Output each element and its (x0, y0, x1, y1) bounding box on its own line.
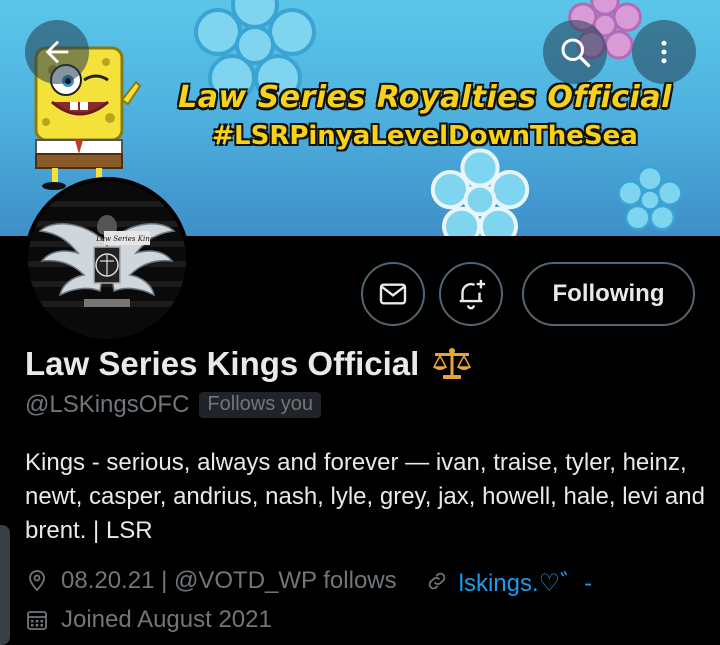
profile-website-link[interactable]: lskings.♡゛- (459, 563, 593, 598)
joined-row: Joined August 2021 (25, 606, 272, 634)
calendar-icon (25, 608, 49, 632)
sea-flower-decoration (617, 165, 683, 231)
location-pin-icon (25, 569, 49, 593)
profile-location: 08.20.21 | @VOTD_WP follows (61, 566, 397, 594)
profile-meta-row: 08.20.21 | @VOTD_WP follows lskings.♡゛- (25, 563, 592, 598)
bell-plus-icon (459, 279, 486, 310)
follows-you-badge: Follows you (199, 392, 322, 418)
avatar-logo-image: Law Series Kings (28, 181, 186, 339)
handle-row: @LSKingsOFC Follows you (25, 391, 322, 419)
message-button[interactable] (361, 262, 425, 326)
user-handle: @LSKingsOFC (25, 391, 190, 418)
notifications-button[interactable] (439, 262, 503, 326)
profile-avatar[interactable]: Law Series Kings (24, 177, 190, 343)
envelope-icon (379, 283, 407, 305)
arrow-left-icon (45, 40, 69, 64)
profile-bio: Kings - serious, always and forever — iv… (25, 449, 705, 544)
joined-date: Joined August 2021 (61, 606, 272, 633)
avatar-logo-text: Law Series Kings (95, 235, 158, 243)
scales-emoji-icon (431, 347, 473, 381)
banner-title: Law Series Royalties Official (178, 80, 672, 115)
sea-flower-decoration (430, 148, 530, 236)
display-name-row: Law Series Kings Official (25, 345, 473, 383)
more-vertical-icon (661, 40, 667, 64)
banner-hashtag: #LSRPinyaLevelDownTheSea (212, 121, 638, 151)
side-edge-handle[interactable] (0, 525, 10, 645)
more-options-button[interactable] (632, 20, 696, 84)
display-name: Law Series Kings Official (25, 345, 420, 382)
search-button[interactable] (543, 20, 607, 84)
back-button[interactable] (25, 20, 89, 84)
search-icon (561, 38, 591, 68)
link-icon (425, 569, 449, 593)
following-button[interactable]: Following (522, 262, 695, 326)
banner-text-group: Law Series Royalties Official #LSRPinyaL… (150, 80, 700, 151)
